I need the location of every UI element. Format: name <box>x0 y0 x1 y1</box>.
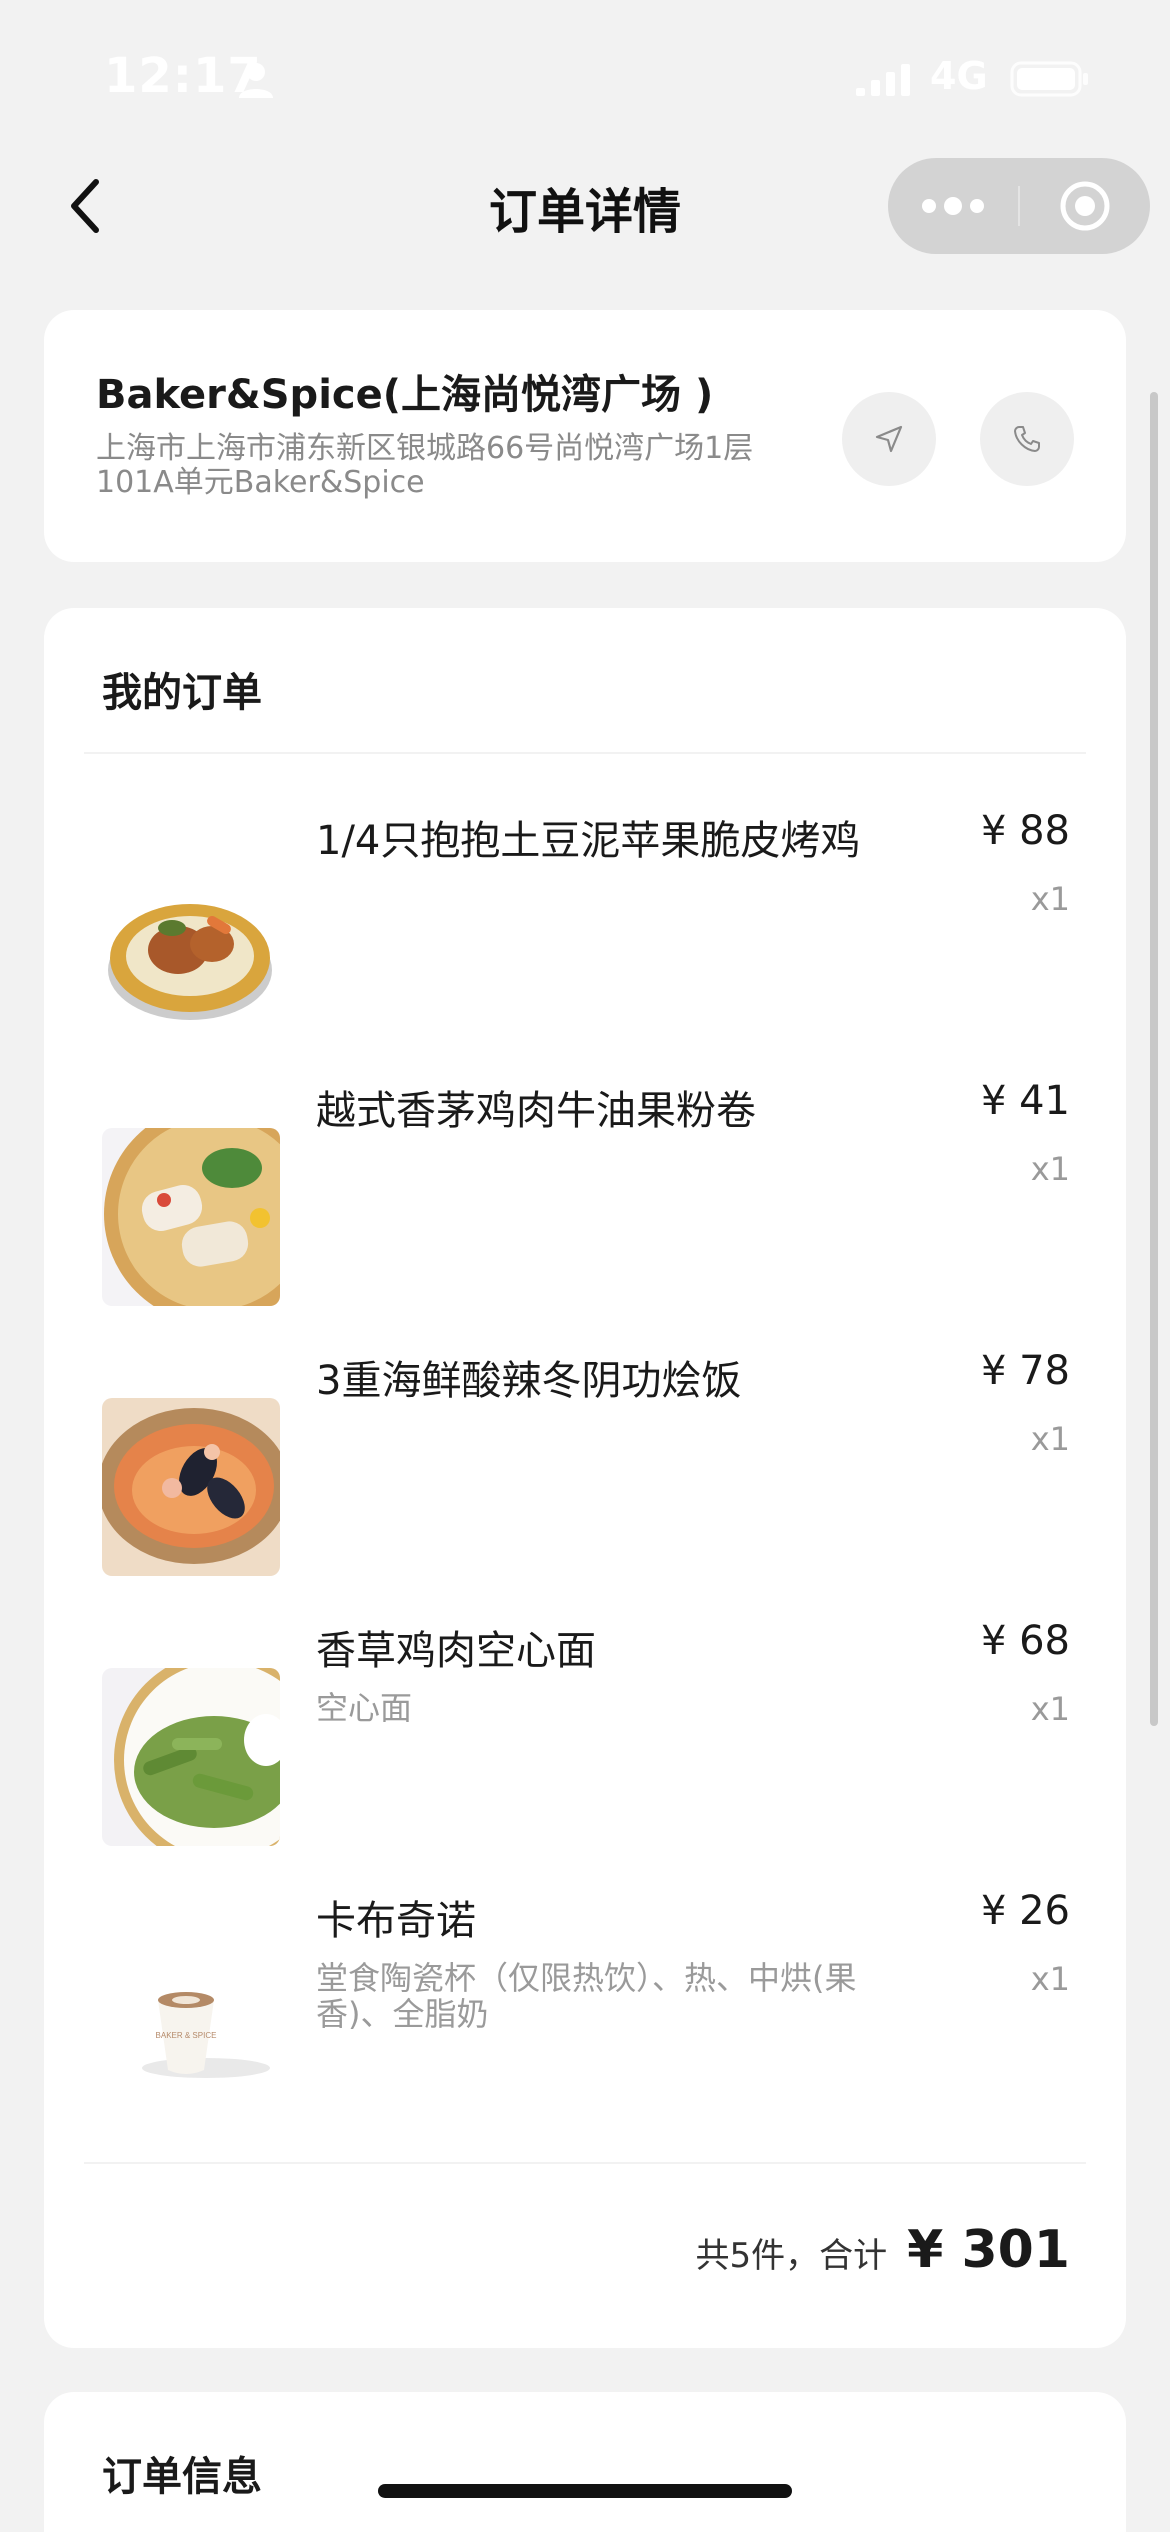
item-name: 越式香茅鸡肉牛油果粉卷 <box>316 1088 756 1134</box>
item-name: 1/4只抱抱土豆泥苹果脆皮烤鸡 <box>316 818 861 864</box>
summary-total: ¥ 301 <box>907 2220 1070 2280</box>
item-price: ¥ 88 <box>980 808 1070 854</box>
more-button[interactable] <box>888 158 1018 254</box>
store-name: Baker&Spice(上海尚悦湾广场 ) <box>96 372 714 418</box>
cup-logo-text: BAKER & SPICE <box>156 2031 217 2040</box>
status-bar: 12:17 4G <box>0 0 1170 150</box>
navigate-button[interactable] <box>842 392 936 486</box>
target-circle-icon <box>1060 181 1110 231</box>
item-price: ¥ 26 <box>980 1888 1070 1934</box>
scrollbar[interactable] <box>1150 392 1158 1726</box>
order-item: BAKER & SPICE 卡布奇诺 堂食陶瓷杯（仅限热饮）、热、中烘(果香)、… <box>44 1888 1126 2116</box>
order-item: 3重海鲜酸辣冬阴功烩饭 ¥ 78 x1 <box>44 1348 1126 1576</box>
person-icon <box>239 63 273 98</box>
order-info-heading: 订单信息 <box>102 2454 262 2500</box>
item-image-pesto-pasta <box>102 1668 280 1846</box>
order-item: 1/4只抱抱土豆泥苹果脆皮烤鸡 ¥ 88 x1 <box>44 808 1126 1036</box>
item-price: ¥ 68 <box>980 1618 1070 1664</box>
item-name: 3重海鲜酸辣冬阴功烩饭 <box>316 1358 742 1404</box>
item-option: 空心面 <box>316 1689 413 1727</box>
store-card: Baker&Spice(上海尚悦湾广场 ) 上海市上海市浦东新区银城路66号尚悦… <box>44 310 1126 562</box>
order-card: 我的订单 1/4只抱抱土豆泥苹果脆皮烤鸡 ¥ 88 x1 越式香茅鸡肉牛油果粉卷… <box>44 608 1126 2348</box>
item-quantity: x1 <box>1030 1960 1070 1998</box>
order-item: 越式香茅鸡肉牛油果粉卷 ¥ 41 x1 <box>44 1078 1126 1306</box>
item-price: ¥ 41 <box>980 1078 1070 1124</box>
phone-icon <box>1014 426 1040 452</box>
battery-icon <box>1010 61 1088 97</box>
divider <box>84 752 1086 754</box>
item-image-spring-roll <box>102 1128 280 1306</box>
item-image-seafood-rice <box>102 1398 280 1576</box>
item-quantity: x1 <box>1030 1150 1070 1188</box>
divider <box>84 2162 1086 2164</box>
item-image-roast-chicken <box>102 858 280 1036</box>
item-option: 堂食陶瓷杯（仅限热饮）、热、中烘(果香)、全脂奶 <box>316 1959 857 2033</box>
item-quantity: x1 <box>1030 1690 1070 1728</box>
order-summary: 共5件，合计 ¥ 301 <box>696 2220 1070 2280</box>
signal-icon <box>856 64 910 96</box>
close-button[interactable] <box>1020 158 1150 254</box>
call-button[interactable] <box>980 392 1074 486</box>
store-address: 上海市上海市浦东新区银城路66号尚悦湾广场1层101A单元Baker&Spice <box>96 431 754 500</box>
home-indicator[interactable] <box>378 2484 792 2498</box>
network-label: 4G <box>930 54 988 98</box>
order-heading: 我的订单 <box>102 670 262 716</box>
navigation-arrow-icon <box>875 425 903 453</box>
item-name: 卡布奇诺 <box>316 1898 476 1944</box>
item-quantity: x1 <box>1030 880 1070 918</box>
item-quantity: x1 <box>1030 1420 1070 1458</box>
more-dots-icon <box>922 197 984 215</box>
item-price: ¥ 78 <box>980 1348 1070 1394</box>
summary-count: 共5件，合计 <box>695 2236 888 2276</box>
order-item: 香草鸡肉空心面 空心面 ¥ 68 x1 <box>44 1618 1126 1846</box>
item-image-cappuccino: BAKER & SPICE <box>102 1938 280 2116</box>
order-info-card: 订单信息 <box>44 2392 1126 2532</box>
item-name: 香草鸡肉空心面 <box>316 1628 596 1674</box>
mini-program-capsule <box>888 158 1150 254</box>
